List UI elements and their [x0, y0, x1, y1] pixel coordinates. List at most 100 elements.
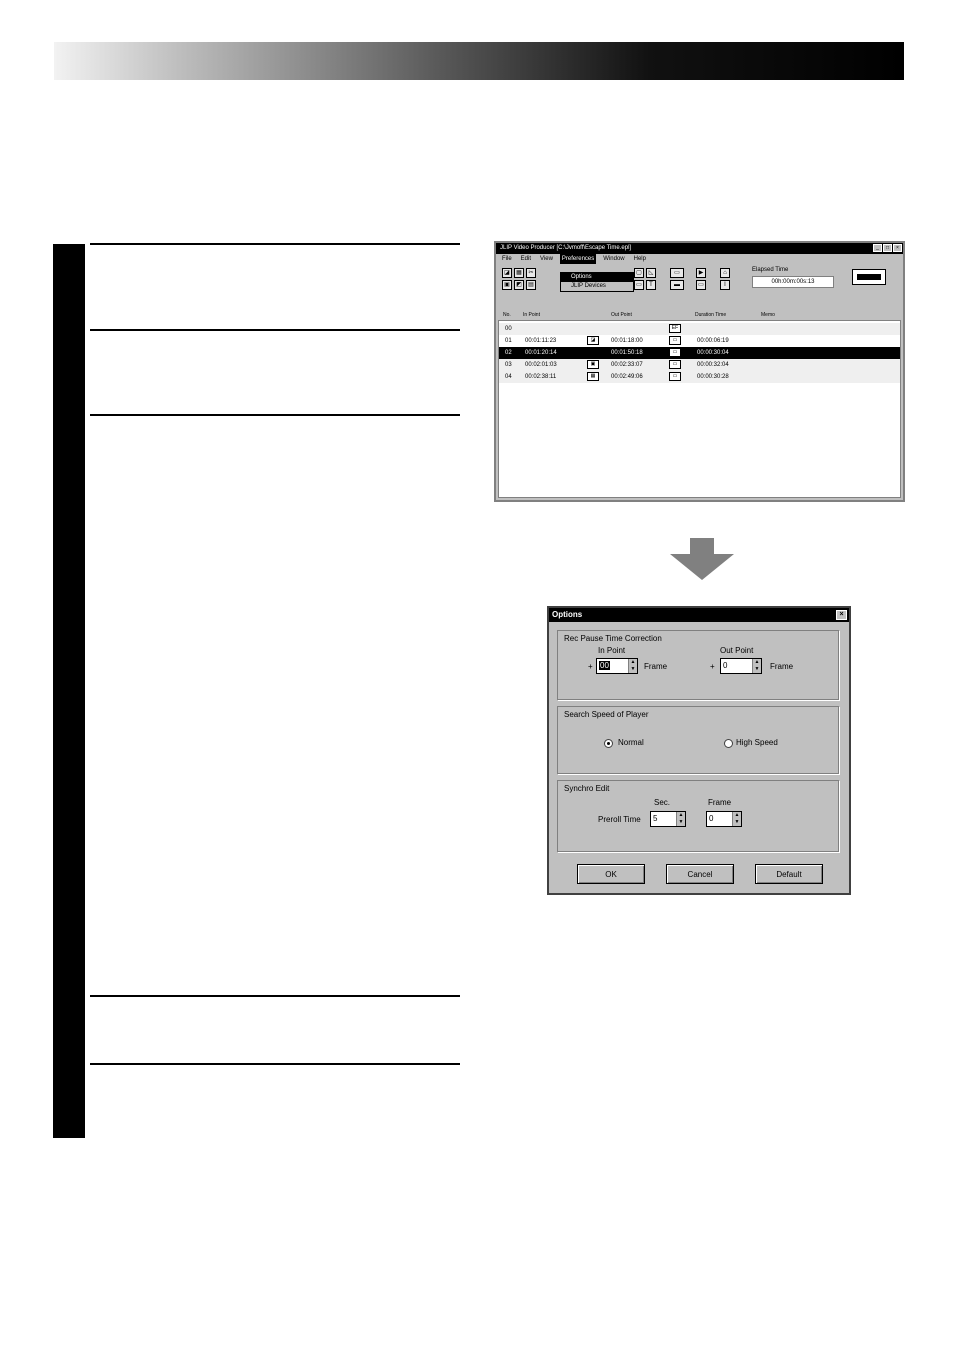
minimize-button[interactable]: _: [873, 244, 882, 252]
dropdown-item-options[interactable]: Options: [561, 273, 633, 282]
preroll-label: Preroll Time: [598, 815, 641, 824]
preroll-frame-spinner[interactable]: 0 ▲ ▼: [706, 811, 742, 827]
row-duration: 00:00:30:04: [697, 350, 729, 356]
ok-button[interactable]: OK: [577, 864, 645, 884]
row-in-point: 00:01:11:23: [525, 338, 557, 344]
monitor-icon[interactable]: ▭: [634, 280, 644, 290]
search-speed-title: Search Speed of Player: [564, 710, 649, 719]
menu-help[interactable]: Help: [632, 254, 648, 264]
high-speed-radio[interactable]: [724, 739, 733, 748]
in-frame-unit: Frame: [644, 662, 668, 671]
synchro-edit-group: Synchro Edit Sec. Frame Preroll Time 5 ▲…: [557, 780, 839, 852]
play-icon[interactable]: ▶: [696, 268, 706, 278]
row-out-point: 00:01:18:00: [611, 338, 643, 344]
wipe-icon[interactable]: ◪: [502, 268, 512, 278]
record-icon: ▣: [587, 360, 599, 369]
table-row[interactable]: 02 00:01:20:14 00:01:50:18 ▭ 00:00:30:04: [499, 347, 900, 359]
maximize-button[interactable]: □: [883, 244, 892, 252]
deck-icon[interactable]: ▭: [696, 280, 706, 290]
screen-icon[interactable]: ▬: [670, 280, 684, 290]
scene-icon[interactable]: ▦: [514, 268, 524, 278]
in-point-value[interactable]: 00: [599, 661, 610, 670]
table-row[interactable]: 03 00:02:01:03 ▣ 00:02:33:07 ▭ 00:00:32:…: [499, 359, 900, 371]
edit-list[interactable]: No. In Point Out Point Duration Time Mem…: [498, 310, 901, 498]
preferences-dropdown: Options JLIP Devices: [560, 272, 634, 292]
menu-file[interactable]: File: [500, 254, 514, 264]
display-icon[interactable]: ▭: [670, 268, 684, 278]
row-in-point: 00:02:01:03: [525, 362, 557, 368]
col-in-point[interactable]: In Point: [523, 310, 540, 320]
spinner-arrows-icon[interactable]: ▲ ▼: [676, 812, 685, 826]
rec-pause-title: Rec Pause Time Correction: [564, 634, 662, 643]
fade-icon[interactable]: ◺: [646, 268, 656, 278]
wipe-icon: ◪: [587, 336, 599, 345]
spinner-arrows-icon[interactable]: ▲ ▼: [628, 659, 637, 673]
high-speed-label[interactable]: High Speed: [736, 738, 778, 747]
in-point-spinner[interactable]: 00 ▲ ▼: [596, 658, 638, 674]
row-out-point: 00:02:49:06: [611, 374, 643, 380]
out-point-value[interactable]: 0: [723, 661, 727, 670]
record-icon[interactable]: ▣: [502, 280, 512, 290]
text-icon[interactable]: T: [646, 280, 656, 290]
out-sign-label: +: [710, 662, 715, 671]
row-no: 00: [505, 326, 512, 332]
section-divider: [90, 243, 460, 245]
row-duration: 00:00:06:19: [697, 338, 729, 344]
out-frame-unit: Frame: [770, 662, 794, 671]
spinner-arrows-icon[interactable]: ▲ ▼: [752, 659, 761, 673]
app-window: JLIP Video Producer [C:\Jvmoff\Escape Ti…: [494, 241, 905, 502]
effect-icon: EF: [669, 324, 681, 333]
menu-window[interactable]: Window: [601, 254, 626, 264]
out-point-label: Out Point: [720, 646, 754, 655]
sec-label: Sec.: [654, 798, 671, 807]
transition-icon[interactable]: ◩: [514, 280, 524, 290]
dialog-close-button[interactable]: ×: [836, 610, 847, 620]
preroll-sec-spinner[interactable]: 5 ▲ ▼: [650, 811, 686, 827]
row-no: 02: [505, 350, 512, 356]
row-duration: 00:00:30:28: [697, 374, 729, 380]
monitor-icon: ▭: [669, 336, 681, 345]
list-header: No. In Point Out Point Duration Time Mem…: [499, 310, 900, 320]
app-title: JLIP Video Producer [C:\Jvmoff\Escape Ti…: [500, 245, 632, 251]
counter-icon[interactable]: I: [720, 280, 730, 290]
dialog-title: Options: [552, 610, 583, 619]
normal-label[interactable]: Normal: [618, 738, 644, 747]
default-button[interactable]: Default: [755, 864, 823, 884]
monitor-icon: ▭: [669, 372, 681, 381]
window-icon[interactable]: ▢: [634, 268, 644, 278]
in-sign-label: +: [588, 662, 593, 671]
dialog-titlebar: Options ×: [549, 608, 849, 622]
section-divider: [90, 1063, 460, 1065]
normal-radio[interactable]: [604, 739, 613, 748]
menu-bar: File Edit View Preferences Window Help: [496, 254, 903, 264]
spinner-arrows-icon[interactable]: ▲ ▼: [732, 812, 741, 826]
table-row[interactable]: 00 EF: [499, 323, 900, 335]
preroll-frame-value[interactable]: 0: [709, 814, 713, 823]
frame-icon[interactable]: ▤: [526, 280, 536, 290]
table-row[interactable]: 01 00:01:11:23 ◪ 00:01:18:00 ▭ 00:00:06:…: [499, 335, 900, 347]
vcr-panel-icon[interactable]: [852, 269, 886, 285]
preroll-sec-value[interactable]: 5: [653, 814, 657, 823]
toolbar: ◪ ▦ ✂ ▣ ◩ ▤ ▢ ◺ ▭ T ▭ ▬ ▶ ▭ ⌂ I Elapsed …: [496, 264, 903, 292]
cancel-button[interactable]: Cancel: [666, 864, 734, 884]
monitor-icon: ▭: [669, 348, 681, 357]
menu-edit[interactable]: Edit: [519, 254, 533, 264]
menu-preferences[interactable]: Preferences: [559, 254, 597, 264]
dropdown-item-jlip-devices[interactable]: JLIP Devices: [561, 282, 633, 291]
row-no: 03: [505, 362, 512, 368]
close-button[interactable]: ×: [893, 244, 902, 252]
options-dialog: Options × Rec Pause Time Correction In P…: [547, 606, 851, 895]
row-no: 01: [505, 338, 512, 344]
col-no[interactable]: No.: [503, 310, 511, 320]
menu-view[interactable]: View: [538, 254, 555, 264]
camera-icon[interactable]: ⌂: [720, 268, 730, 278]
step-sidebar: [53, 244, 85, 1138]
out-point-spinner[interactable]: 0 ▲ ▼: [720, 658, 762, 674]
section-divider: [90, 995, 460, 997]
col-duration[interactable]: Duration Time: [695, 310, 726, 320]
table-row[interactable]: 04 00:02:38:11 ▦ 00:02:49:06 ▭ 00:00:30:…: [499, 371, 900, 383]
col-memo[interactable]: Memo: [761, 310, 775, 320]
row-no: 04: [505, 374, 512, 380]
col-out-point[interactable]: Out Point: [611, 310, 632, 320]
scissors-icon[interactable]: ✂: [526, 268, 536, 278]
